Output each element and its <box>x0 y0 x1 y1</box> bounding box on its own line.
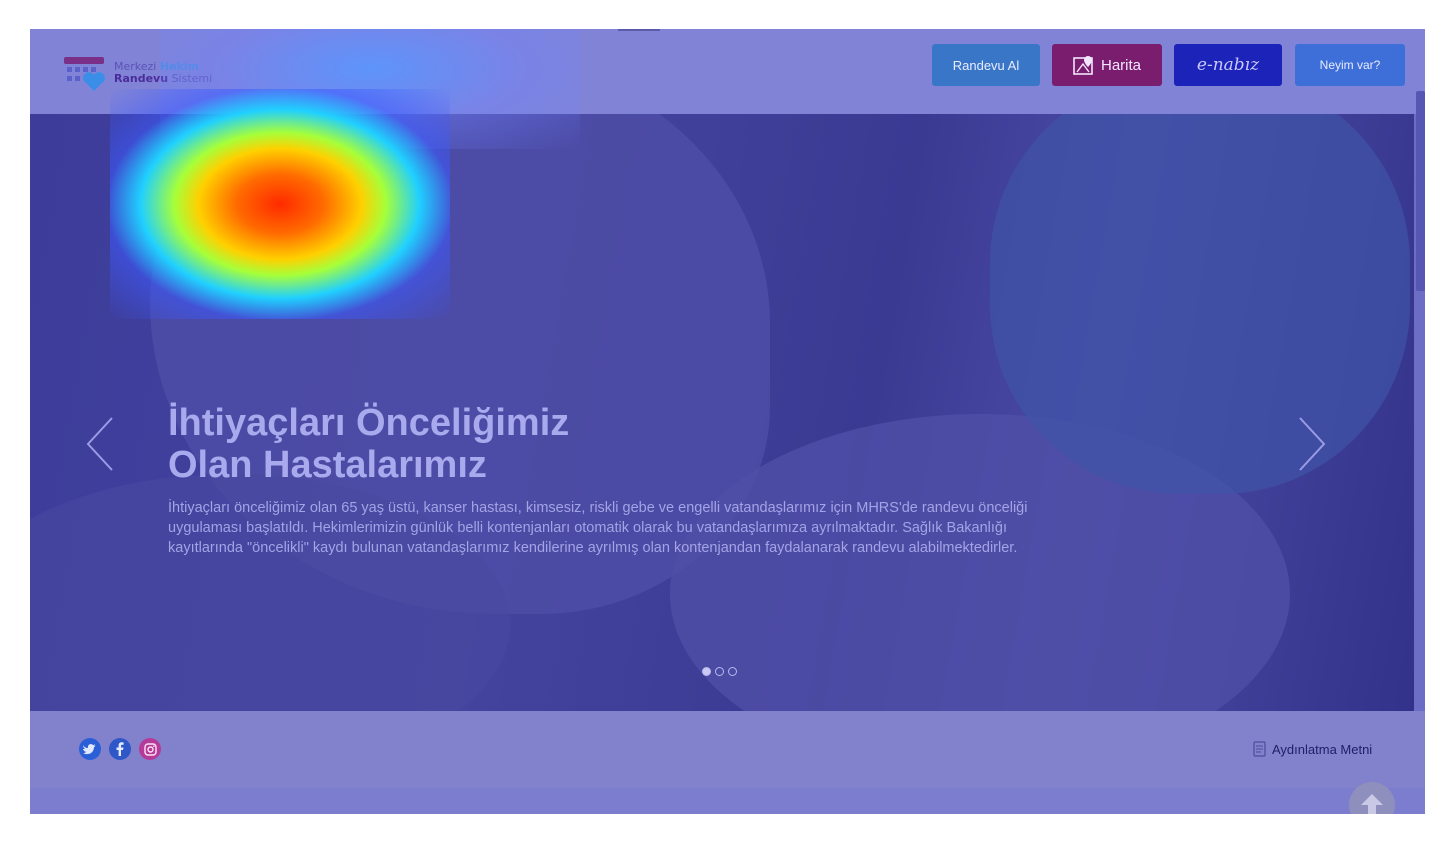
instagram-icon[interactable] <box>139 738 161 760</box>
enabiz-button[interactable]: e-nabız <box>1174 44 1282 86</box>
hero-title-line: İhtiyaçları Önceliğimiz <box>168 402 570 444</box>
chevron-left-icon <box>86 417 113 471</box>
scrollbar-thumb[interactable] <box>1416 91 1425 291</box>
randevu-al-button[interactable]: Randevu Al <box>932 44 1040 86</box>
calendar-heart-icon <box>64 57 105 91</box>
neyim-var-button[interactable]: Neyim var? <box>1295 44 1405 86</box>
chevron-right-icon <box>1299 417 1326 471</box>
facebook-icon[interactable] <box>109 738 131 760</box>
hero-background-shape <box>990 114 1410 494</box>
logo-word-sistemi: Sistemi <box>171 72 213 85</box>
harita-label: Harita <box>1100 56 1141 74</box>
hero-title-line: Olan Hastalarımız <box>168 444 487 486</box>
social-links <box>79 738 161 760</box>
document-icon <box>1253 741 1266 757</box>
map-pin-icon <box>1073 56 1093 75</box>
carousel-dot[interactable] <box>728 667 737 676</box>
hero-carousel: İhtiyaçları Önceliğimiz Olan Hastalarımı… <box>30 114 1414 711</box>
enabiz-label: e-nabız <box>1196 55 1260 75</box>
neyim-var-label: Neyim var? <box>1319 58 1381 72</box>
aydinlatma-metni-label: Aydınlatma Metni <box>1272 741 1373 757</box>
harita-button[interactable]: Harita <box>1052 44 1162 86</box>
logo-text: Merkezi Hekim Randevu Sistemi <box>114 61 212 85</box>
footer-band <box>30 788 1425 814</box>
hero-description-line: uygulaması başlatıldı. Hekimlerimizin gü… <box>168 520 1007 536</box>
hero-title: İhtiyaçları Önceliğimiz Olan Hastalarımı… <box>168 402 868 486</box>
randevu-al-label: Randevu Al <box>952 57 1020 73</box>
carousel-indicators <box>702 667 737 676</box>
top-divider <box>618 29 660 31</box>
site-footer: Aydınlatma Metni <box>30 711 1425 814</box>
aydinlatma-metni-link[interactable]: Aydınlatma Metni <box>1253 741 1372 757</box>
carousel-next-button[interactable] <box>1290 414 1330 474</box>
site-logo[interactable]: Merkezi Hekim Randevu Sistemi <box>62 55 222 93</box>
site-header: Merkezi Hekim Randevu Sistemi Randevu Al… <box>30 29 1425 114</box>
twitter-icon[interactable] <box>79 738 101 760</box>
hero-description: İhtiyaçları önceliğimiz olan 65 yaş üstü… <box>168 498 1228 558</box>
hero-description-line: kayıtlarında "öncelikli" kaydı bulunan v… <box>168 540 1018 556</box>
hero-description-line: İhtiyaçları önceliğimiz olan 65 yaş üstü… <box>168 500 1028 516</box>
carousel-dot[interactable] <box>715 667 724 676</box>
arrow-up-icon <box>1361 794 1383 814</box>
scroll-to-top-button[interactable] <box>1349 782 1395 814</box>
logo-word-randevu: Randevu <box>114 72 169 85</box>
carousel-dot[interactable] <box>702 667 711 676</box>
carousel-prev-button[interactable] <box>82 414 122 474</box>
page-frame: Merkezi Hekim Randevu Sistemi Randevu Al… <box>30 29 1425 814</box>
